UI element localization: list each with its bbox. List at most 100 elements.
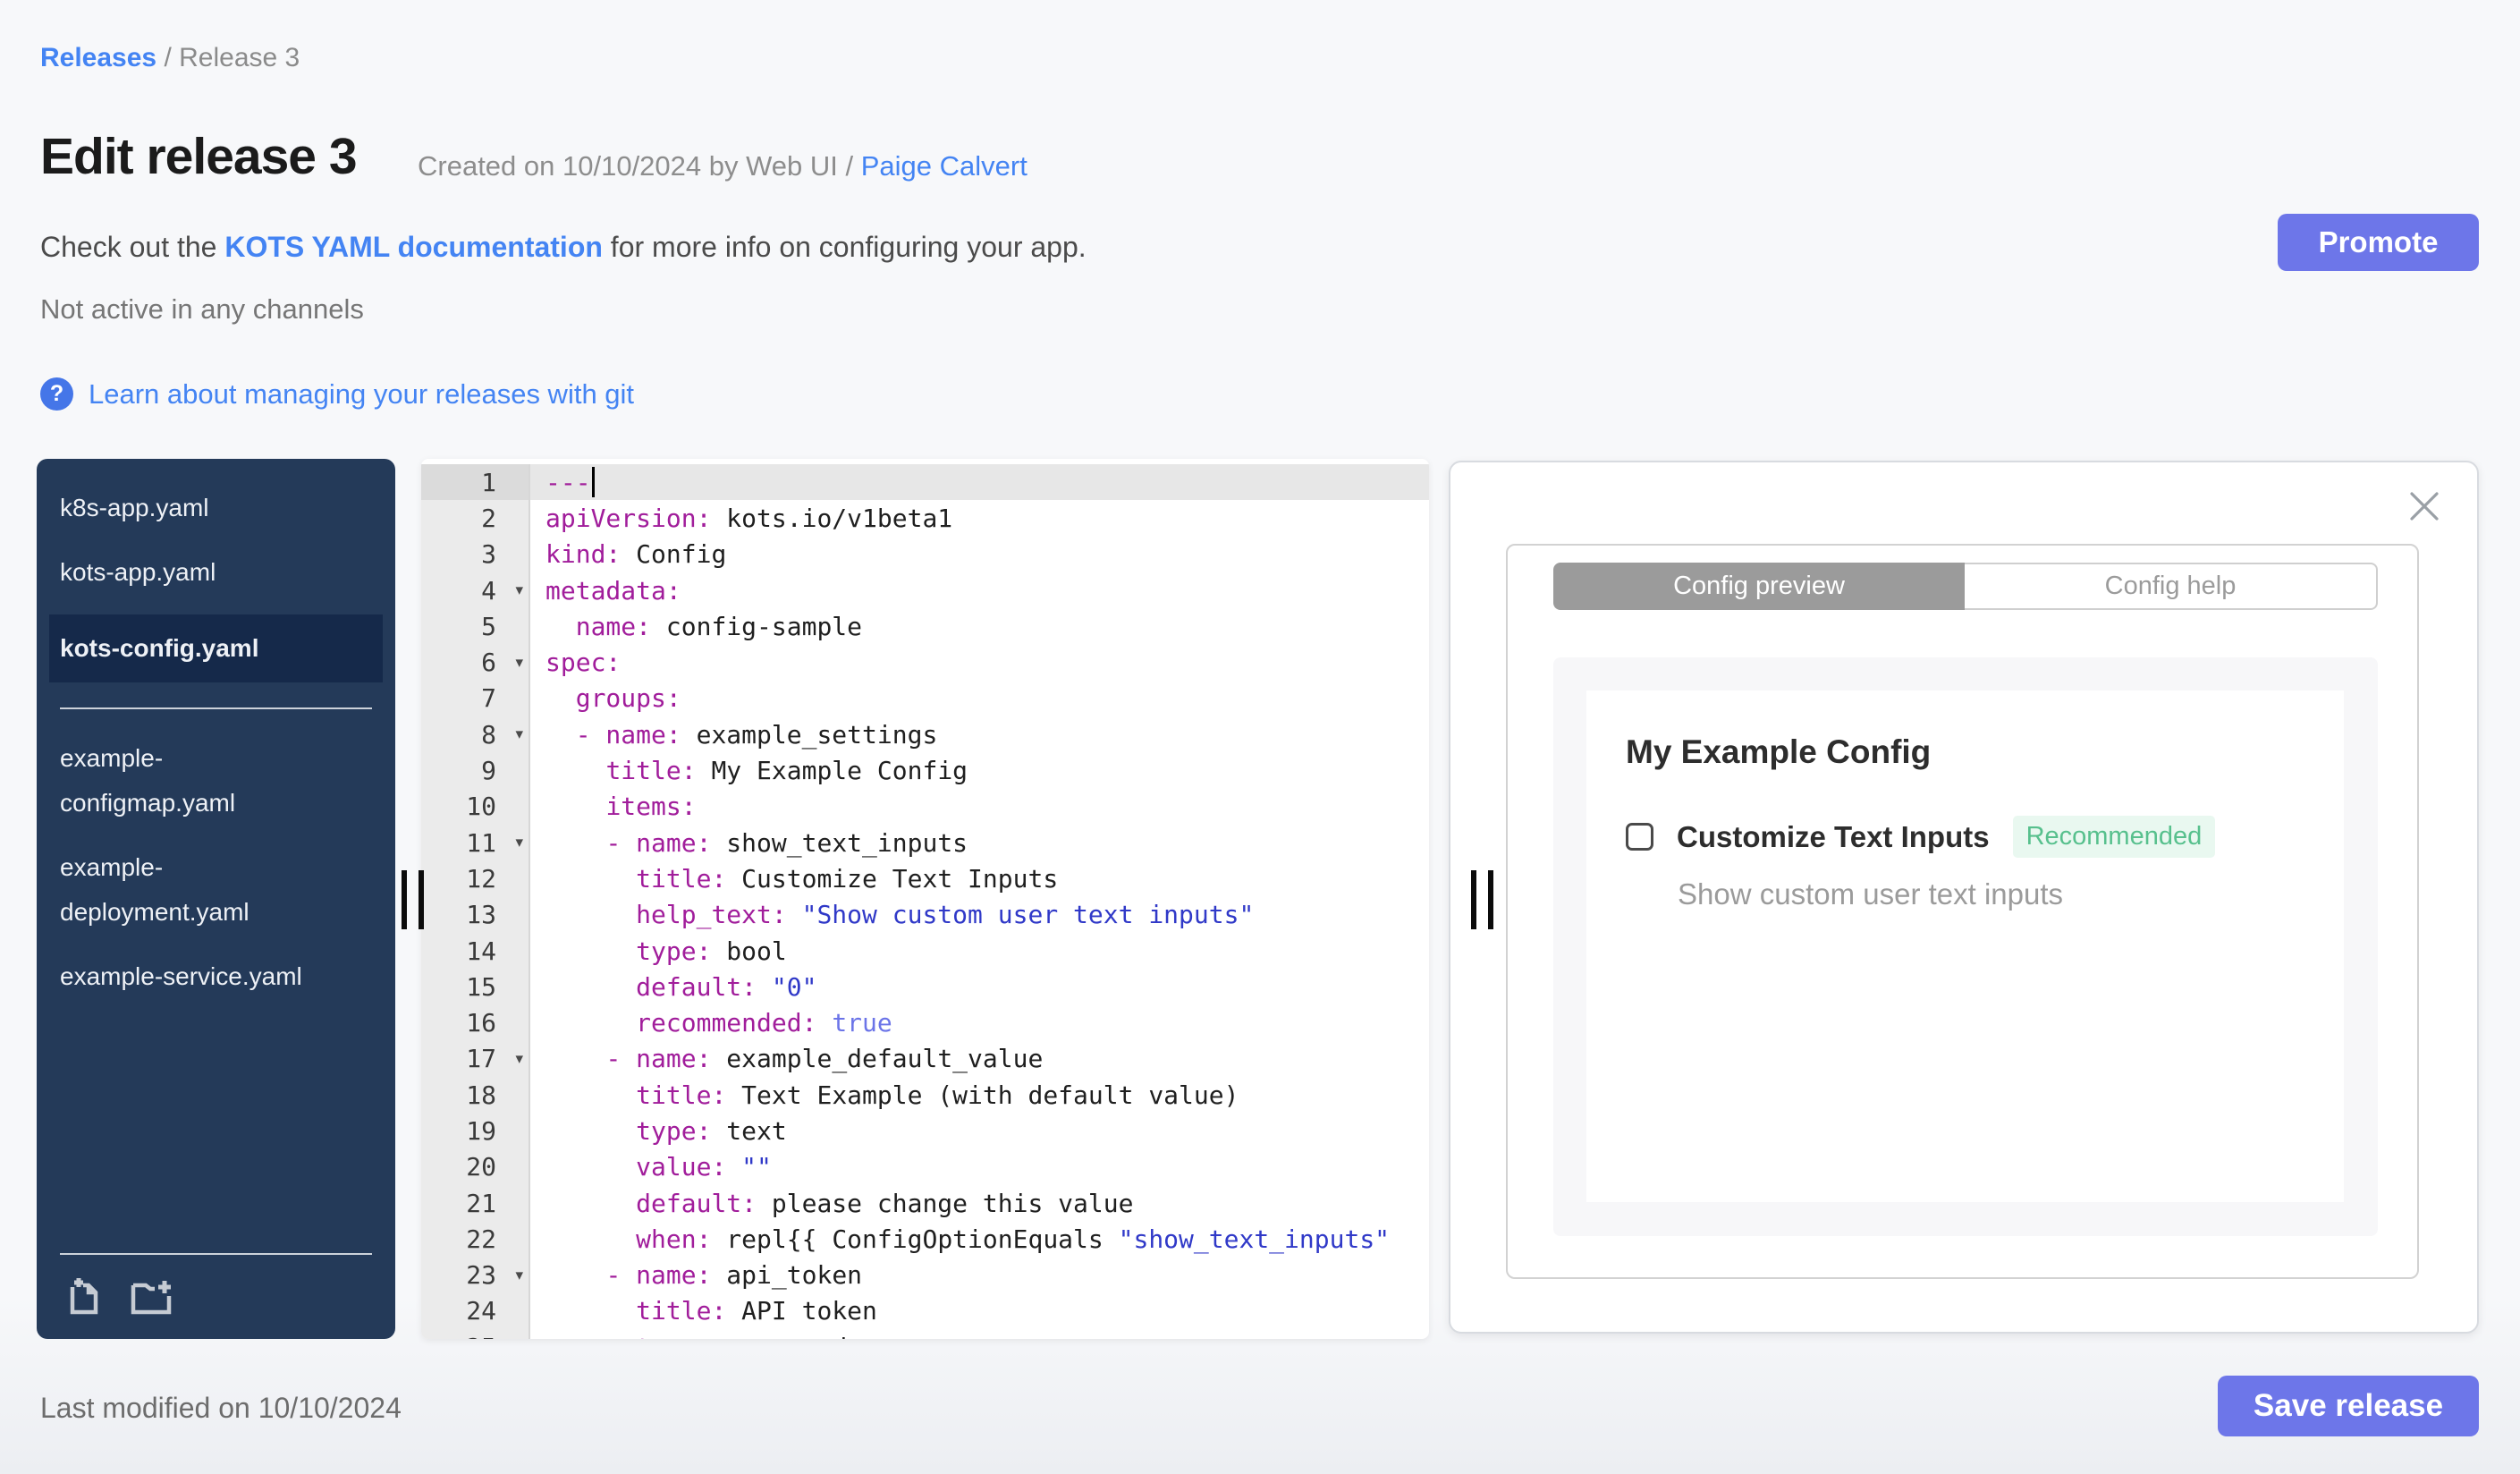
config-group-title: My Example Config [1626, 733, 1932, 770]
file-list: k8s-app.yaml kots-app.yaml kots-config.yam… [37, 459, 395, 999]
tab-config-preview[interactable]: Config preview [1553, 563, 1965, 610]
code-line[interactable]: 8 ▾ - name: example_settings [421, 716, 1429, 753]
question-mark-icon[interactable]: ? [40, 377, 73, 411]
code-line[interactable]: 18 title: Text Example (with default val… [421, 1077, 1429, 1114]
code-line[interactable]: 6 ▾ spec: [421, 644, 1429, 681]
config-preview-container: Config preview Config help My Example Co… [1506, 544, 2419, 1279]
breadcrumb-releases-link[interactable]: Releases [40, 43, 156, 72]
code-line[interactable]: 20 value: "" [421, 1148, 1429, 1185]
line-number-gutter: 22 [421, 1221, 530, 1258]
customize-text-inputs-checkbox[interactable] [1626, 823, 1653, 851]
line-number-gutter: 17 ▾ [421, 1040, 530, 1078]
text-cursor [591, 467, 595, 498]
line-number-gutter: 13 [421, 896, 530, 933]
code-line[interactable]: 13 help_text: "Show custom user text inp… [421, 896, 1429, 933]
sidebar-resize-handle[interactable] [402, 870, 424, 929]
file-list-divider [60, 707, 372, 709]
fold-arrow-icon[interactable]: ▾ [515, 834, 523, 851]
code-line[interactable]: 25 type: password [421, 1329, 1429, 1339]
line-number-gutter: 5 [421, 608, 530, 645]
release-editor: k8s-app.yaml kots-app.yaml kots-config.yam… [0, 459, 2520, 1339]
git-help-line: ? Learn about managing your releases wit… [40, 377, 634, 411]
line-number-gutter: 3 [421, 536, 530, 572]
save-release-button[interactable]: Save release [2218, 1376, 2479, 1436]
fold-arrow-icon[interactable]: ▾ [515, 654, 523, 672]
line-number-gutter: 6 ▾ [421, 644, 530, 681]
code-line[interactable]: 23 ▾ - name: api_token [421, 1257, 1429, 1293]
code-line[interactable]: 17 ▾ - name: example_default_value [421, 1040, 1429, 1078]
code-line[interactable]: 16 recommended: true [421, 1004, 1429, 1041]
last-modified-text: Last modified on 10/10/2024 [40, 1392, 402, 1424]
code-line[interactable]: 12 title: Customize Text Inputs [421, 860, 1429, 897]
line-number-gutter: 20 [421, 1148, 530, 1185]
file-tree-item[interactable]: kots-app.yaml [37, 550, 328, 595]
promote-button[interactable]: Promote [2278, 214, 2479, 271]
file-tree-item[interactable]: example-deployment.yaml [37, 845, 328, 935]
breadcrumb-separator: / [164, 43, 180, 72]
code-line[interactable]: 7 groups: [421, 680, 1429, 717]
tab-config-help[interactable]: Config help [1965, 563, 2378, 610]
line-number-gutter: 25 [421, 1329, 530, 1339]
new-file-icon[interactable] [63, 1275, 105, 1316]
breadcrumb-current: Release 3 [179, 43, 300, 72]
docs-link[interactable]: KOTS YAML documentation [224, 231, 603, 263]
code-line[interactable]: 11 ▾ - name: show_text_inputs [421, 824, 1429, 861]
config-preview-area: My Example Config Customize Text Inputs … [1553, 657, 2378, 1236]
fold-arrow-icon[interactable]: ▾ [515, 581, 523, 599]
file-tree-item[interactable]: example-configmap.yaml [37, 736, 328, 826]
breadcrumb: Releases / Release 3 [40, 43, 300, 73]
created-line: Created on 10/10/2024 by Web UI / Paige … [418, 150, 1027, 182]
code-line[interactable]: 15 default: "0" [421, 969, 1429, 1005]
config-item-help: Show custom user text inputs [1678, 877, 2064, 911]
docs-line: Check out the KOTS YAML documentation fo… [40, 231, 1087, 264]
code-line[interactable]: 10 items: [421, 788, 1429, 825]
channel-status: Not active in any channels [40, 293, 364, 325]
code-line[interactable]: 9 title: My Example Config [421, 752, 1429, 789]
line-number-gutter: 2 [421, 500, 530, 537]
line-number-gutter: 16 [421, 1004, 530, 1041]
line-number-gutter: 9 [421, 752, 530, 789]
editor-resize-handle[interactable] [1471, 870, 1493, 929]
code-line[interactable]: 22 when: repl{{ ConfigOptionEquals "show… [421, 1221, 1429, 1258]
fold-arrow-icon[interactable]: ▾ [515, 725, 523, 743]
code-line[interactable]: 24 title: API token [421, 1292, 1429, 1330]
author-link[interactable]: Paige Calvert [861, 150, 1027, 182]
code-line[interactable]: 5 name: config-sample [421, 608, 1429, 645]
new-folder-icon[interactable] [128, 1275, 174, 1316]
line-number-gutter: 21 [421, 1184, 530, 1222]
code-line[interactable]: 14 type: bool [421, 932, 1429, 970]
docs-suffix: for more info on configuring your app. [602, 231, 1087, 263]
line-number-gutter: 14 [421, 932, 530, 970]
line-number-gutter: 12 [421, 860, 530, 897]
close-icon[interactable] [2406, 487, 2443, 525]
line-number-gutter: 18 [421, 1077, 530, 1114]
file-tree-item[interactable]: example-service.yaml [37, 954, 328, 999]
fold-arrow-icon[interactable]: ▾ [515, 1266, 523, 1284]
file-tree-item[interactable]: kots-config.yaml [49, 614, 383, 682]
code-line[interactable]: 2 apiVersion: kots.io/v1beta1 [421, 500, 1429, 537]
code-line[interactable]: 4 ▾ metadata: [421, 572, 1429, 609]
line-number-gutter: 1 [421, 464, 530, 501]
config-preview-panel: Config preview Config help My Example Co… [1449, 461, 2479, 1334]
line-number-gutter: 15 [421, 969, 530, 1005]
docs-prefix: Check out the [40, 231, 225, 263]
code-line[interactable]: 19 type: text [421, 1113, 1429, 1149]
code-line[interactable]: 1 --- [421, 464, 1429, 501]
line-number-gutter: 8 ▾ [421, 716, 530, 753]
code-line[interactable]: 21 default: please change this value [421, 1184, 1429, 1222]
config-item-label: Customize Text Inputs [1677, 819, 1990, 853]
config-card: My Example Config Customize Text Inputs … [1586, 690, 2344, 1202]
sidebar-footer [37, 1253, 395, 1339]
yaml-code-editor[interactable]: 1 --- 2 apiVersion: kots.io/v1beta1 3 kind: C… [421, 459, 1429, 1339]
file-tree-sidebar: k8s-app.yaml kots-app.yaml kots-config.yam… [37, 459, 395, 1339]
recommended-badge: Recommended [2012, 816, 2216, 858]
line-number-gutter: 23 ▾ [421, 1257, 530, 1293]
git-docs-link[interactable]: Learn about managing your releases with … [89, 378, 634, 411]
line-number-gutter: 11 ▾ [421, 824, 530, 861]
line-number-gutter: 7 [421, 680, 530, 717]
page-title: Edit release 3 [40, 128, 358, 185]
line-number-gutter: 19 [421, 1113, 530, 1149]
fold-arrow-icon[interactable]: ▾ [515, 1050, 523, 1068]
code-line[interactable]: 3 kind: Config [421, 536, 1429, 572]
file-tree-item[interactable]: k8s-app.yaml [37, 486, 328, 530]
